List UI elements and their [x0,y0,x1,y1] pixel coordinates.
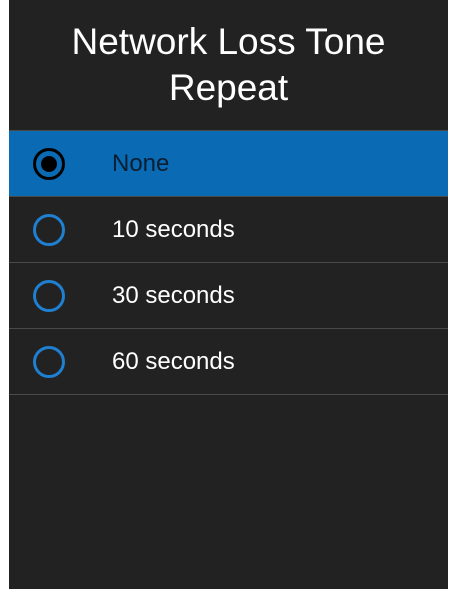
radio-dot-icon [41,155,57,172]
radio-unselected-icon [33,345,65,378]
option-none[interactable]: None [9,131,448,197]
option-30-seconds[interactable]: 30 seconds [9,263,448,329]
radio-unselected-icon [33,279,65,312]
option-label: 30 seconds [112,281,235,309]
page-title-line-1: Network Loss Tone [71,21,386,62]
page-title: Network Loss Tone Repeat [9,0,448,131]
option-10-seconds[interactable]: 10 seconds [9,197,448,263]
option-label: None [112,149,170,177]
page-title-line-2: Repeat [168,67,289,108]
radio-unselected-icon [33,213,65,246]
options-list: None 10 seconds 30 seconds 60 seconds [9,131,448,395]
option-60-seconds[interactable]: 60 seconds [9,329,448,395]
device-screen: Network Loss Tone Repeat None 10 seconds… [9,0,448,589]
option-label: 60 seconds [112,347,235,375]
radio-selected-icon [33,147,65,180]
option-label: 10 seconds [112,215,235,243]
